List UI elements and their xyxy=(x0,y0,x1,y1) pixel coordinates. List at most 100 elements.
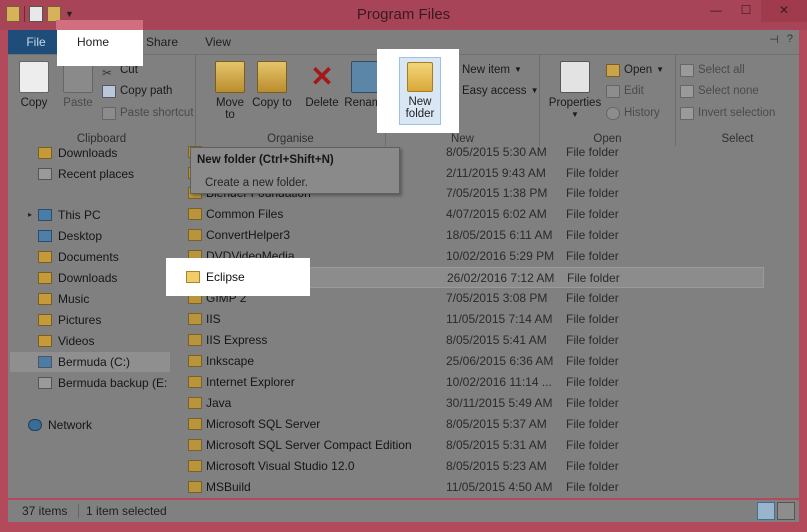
list-item[interactable]: Common Files 4/07/2015 6:02 AM File folder xyxy=(180,204,780,225)
paste-button[interactable]: Paste xyxy=(58,61,98,109)
tab-view[interactable]: View xyxy=(190,30,246,54)
recent-places-icon xyxy=(38,168,52,180)
file-type: File folder xyxy=(566,333,619,347)
ribbon-controls: ⊣ ? xyxy=(769,33,793,46)
file-name: Microsoft Visual Studio 12.0 xyxy=(206,459,355,473)
copy-label: Copy xyxy=(20,97,48,109)
history-label: History xyxy=(624,107,660,119)
nav-item-documents[interactable]: Documents xyxy=(38,247,119,267)
file-date: 8/05/2015 5:30 AM xyxy=(446,145,547,159)
list-item[interactable]: Microsoft SQL Server Compact Edition 8/05… xyxy=(180,435,780,456)
file-type: File folder xyxy=(566,417,619,431)
list-item[interactable]: Inkscape 25/06/2015 6:36 AM File folder xyxy=(180,351,780,372)
chevron-down-icon: ▼ xyxy=(530,86,539,95)
folder-icon xyxy=(188,439,202,451)
file-date: 8/05/2015 5:41 AM xyxy=(446,333,547,347)
item-count: 37 items xyxy=(22,504,68,518)
move-to-label: Move to xyxy=(215,97,245,121)
large-icons-view-icon[interactable] xyxy=(777,502,795,520)
list-item[interactable]: MSBuild 11/05/2015 4:50 AM File folder xyxy=(180,477,780,498)
file-type: File folder xyxy=(566,207,619,221)
invert-selection-button[interactable]: Invert selection xyxy=(680,104,775,122)
new-folder-label-line1: New xyxy=(408,96,432,108)
file-date: 10/02/2016 11:14 ... xyxy=(446,375,552,389)
file-type: File folder xyxy=(566,166,619,180)
properties-button[interactable]: Properties ▼ xyxy=(544,61,606,121)
copy-path-icon xyxy=(102,84,116,98)
select-none-button[interactable]: Select none xyxy=(680,82,759,100)
nav-item-label: Pictures xyxy=(58,313,102,327)
tab-home-highlighted[interactable]: Home xyxy=(64,30,122,54)
open-group: Properties ▼ Open ▼ Edit History Open xyxy=(540,55,676,147)
nav-item-this-pc[interactable]: ▸ This PC xyxy=(28,205,101,225)
maximize-button[interactable]: ☐ xyxy=(731,0,761,22)
navigation-pane: Downloads Recent places ▸ This PC Deskto… xyxy=(8,146,178,498)
nav-item-network[interactable]: Network xyxy=(28,415,92,435)
new-folder-button[interactable]: New folder xyxy=(399,57,441,125)
file-type: File folder xyxy=(566,375,619,389)
file-date: 18/05/2015 6:11 AM xyxy=(446,228,553,242)
copy-button[interactable]: Copy xyxy=(14,61,54,109)
file-name: Inkscape xyxy=(206,354,255,368)
nav-item-label: This PC xyxy=(58,208,101,222)
list-item[interactable]: IIS Express 8/05/2015 5:41 AM File folder xyxy=(180,330,780,351)
selection-count: 1 item selected xyxy=(86,504,167,518)
drive-icon xyxy=(38,356,52,368)
copy-path-label: Copy path xyxy=(120,85,173,97)
file-date: 11/05/2015 7:14 AM xyxy=(446,312,553,326)
nav-item-downloads[interactable]: Downloads xyxy=(38,268,117,288)
file-name: ConvertHelper3 xyxy=(206,228,291,242)
list-item[interactable]: ConvertHelper3 18/05/2015 6:11 AM File fol… xyxy=(180,225,780,246)
desktop-icon xyxy=(38,230,52,242)
file-date: 8/05/2015 5:23 AM xyxy=(446,459,547,473)
pin-icon[interactable]: ⊣ xyxy=(769,33,779,46)
file-name: Eclipse xyxy=(206,270,245,284)
list-item[interactable]: Internet Explorer 10/02/2016 11:14 ... Fil… xyxy=(180,372,780,393)
nav-item-videos[interactable]: Videos xyxy=(38,331,94,351)
nav-item-recent-places[interactable]: Recent places xyxy=(38,164,134,184)
file-type: File folder xyxy=(566,438,619,452)
folder-icon xyxy=(188,208,202,220)
list-item[interactable]: Microsoft SQL Server 8/05/2015 5:37 AM Fil… xyxy=(180,414,780,435)
nav-item-downloads-quick[interactable]: Downloads xyxy=(38,143,117,163)
new-item-label: New item xyxy=(462,64,510,76)
file-date: 10/02/2016 5:29 PM xyxy=(446,249,555,263)
nav-item-bermuda-c[interactable]: Bermuda (C:) xyxy=(10,352,170,372)
list-item[interactable]: Java 30/11/2015 5:49 AM File folder xyxy=(180,393,780,414)
tooltip-title: New folder (Ctrl+Shift+N) xyxy=(197,154,334,166)
explorer-window: ▼ Program Files — ☐ ✕ File Home Share Vi… xyxy=(0,0,807,532)
file-date: 30/11/2015 5:49 AM xyxy=(446,396,553,410)
list-item[interactable]: Microsoft Visual Studio 12.0 8/05/2015 5:… xyxy=(180,456,780,477)
select-all-icon xyxy=(680,63,694,77)
delete-button[interactable]: ✕ Delete xyxy=(302,61,342,109)
nav-item-music[interactable]: Music xyxy=(38,289,89,309)
nav-item-label: Music xyxy=(58,292,90,306)
help-icon[interactable]: ? xyxy=(787,33,793,46)
file-name: IIS xyxy=(206,312,221,326)
nav-item-label: Recent places xyxy=(58,167,135,181)
file-name: MSBuild xyxy=(206,480,251,494)
copy-to-button[interactable]: Copy to xyxy=(252,61,292,109)
move-to-button[interactable]: Move to xyxy=(210,61,250,121)
view-toggle xyxy=(757,502,795,520)
details-view-icon[interactable] xyxy=(757,502,775,520)
folder-icon xyxy=(188,397,202,409)
close-button[interactable]: ✕ xyxy=(761,0,807,22)
history-button[interactable]: History xyxy=(606,104,660,122)
open-button[interactable]: Open ▼ xyxy=(606,61,664,79)
copy-path-button[interactable]: Copy path xyxy=(102,82,172,100)
delete-icon: ✕ xyxy=(310,61,334,92)
minimize-button[interactable]: — xyxy=(701,0,731,22)
nav-item-pictures[interactable]: Pictures xyxy=(38,310,101,330)
nav-item-label: Downloads xyxy=(58,271,118,285)
select-all-button[interactable]: Select all xyxy=(680,61,745,79)
list-item[interactable]: IIS 11/05/2015 7:14 AM File folder xyxy=(180,309,780,330)
file-name: Java xyxy=(206,396,232,410)
nav-item-desktop[interactable]: Desktop xyxy=(38,226,102,246)
nav-item-bermuda-backup[interactable]: Bermuda backup (E: xyxy=(38,373,167,393)
file-type: File folder xyxy=(566,145,619,159)
pictures-icon xyxy=(38,314,52,326)
nav-item-label: Bermuda (C:) xyxy=(58,355,131,369)
edit-button[interactable]: Edit xyxy=(606,82,644,100)
paste-shortcut-button[interactable]: Paste shortcut xyxy=(102,104,194,122)
